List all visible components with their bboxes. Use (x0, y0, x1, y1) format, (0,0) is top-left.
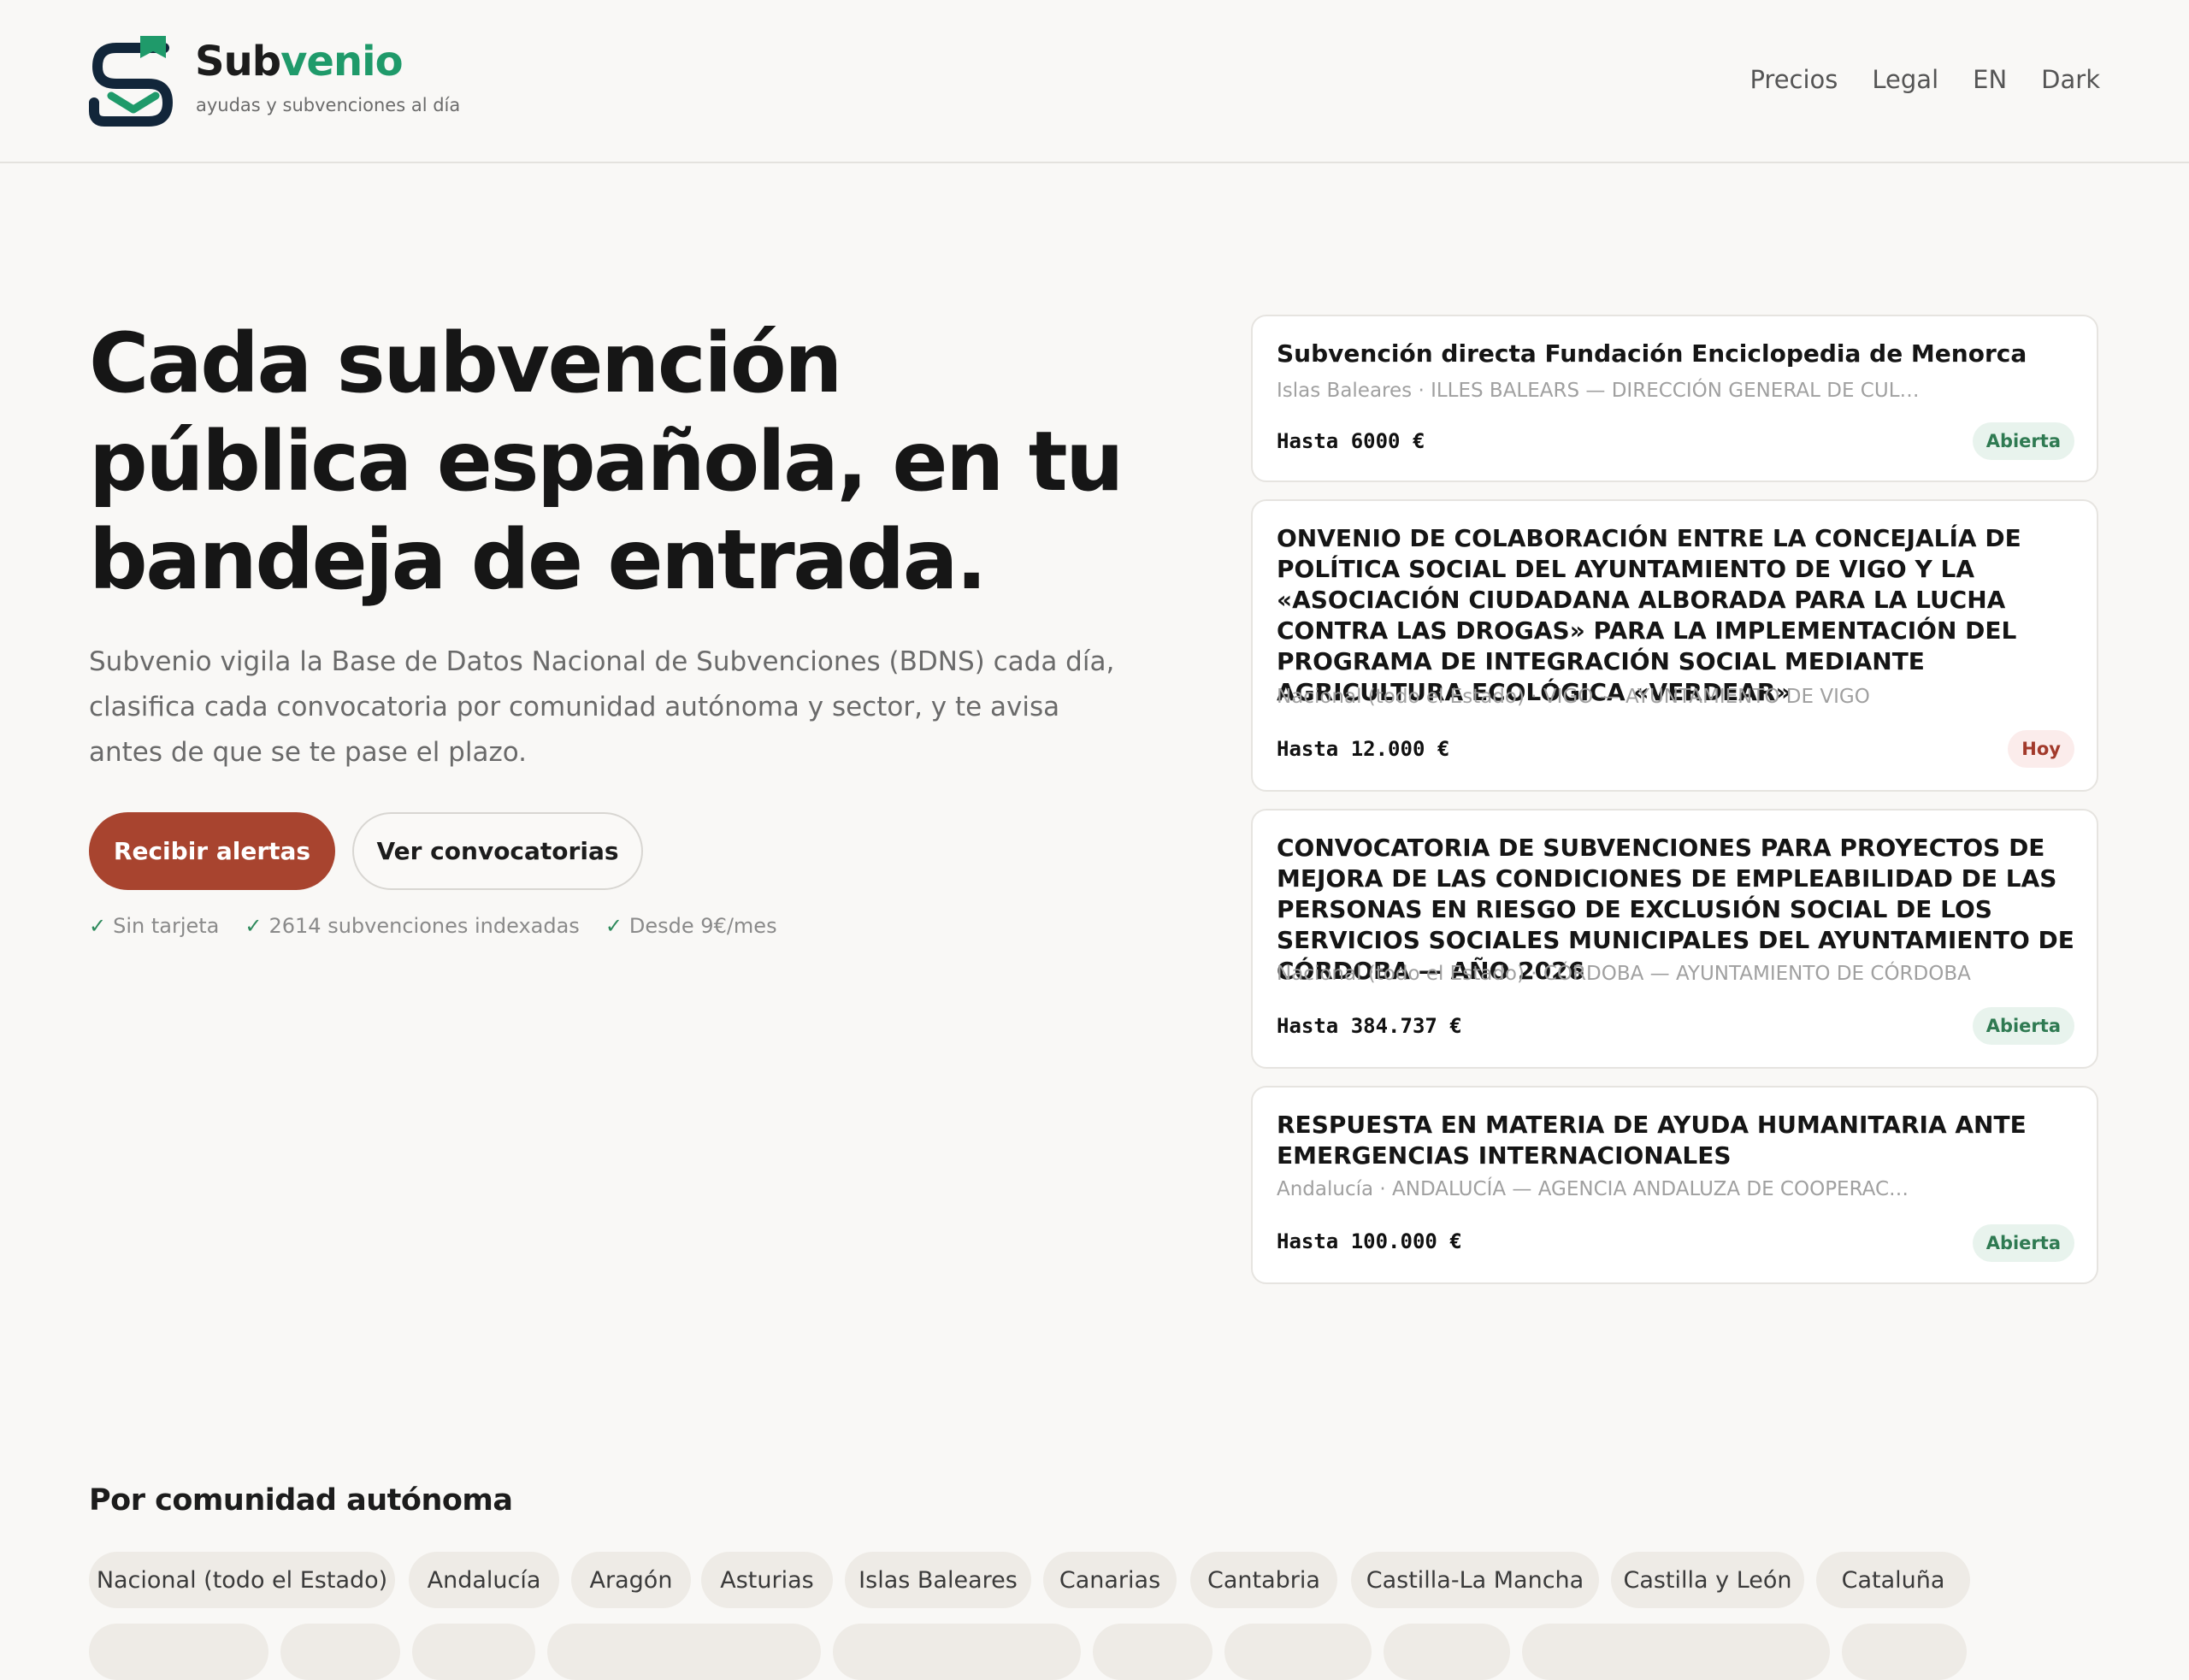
grant-amount: Hasta 384.737 € (1277, 1014, 1462, 1038)
check-icon: ✓ (89, 914, 107, 938)
hero-lead: Subvenio vigila la Base de Datos Naciona… (89, 646, 1115, 768)
feature-item: ✓ 2614 subvenciones indexadas (245, 914, 579, 938)
receive-alerts-button[interactable]: Recibir alertas (89, 812, 335, 890)
region-pill[interactable]: Castilla-La Mancha (1351, 1552, 1599, 1608)
nav-pricing-link[interactable]: Precios (1749, 65, 1838, 94)
region-pill[interactable]: Cantabria (1190, 1552, 1337, 1608)
region-pill[interactable] (1842, 1624, 1967, 1680)
check-icon: ✓ (605, 914, 622, 938)
region-pill[interactable]: Canarias (1043, 1552, 1177, 1608)
region-pill[interactable]: Andalucía (409, 1552, 559, 1608)
region-pill[interactable] (833, 1624, 1081, 1680)
nav-legal-link[interactable]: Legal (1872, 65, 1938, 94)
feature-label: Desde 9€/mes (628, 914, 777, 938)
regions-section-title: Por comunidad autónoma (89, 1483, 513, 1518)
grant-amount: Hasta 6000 € (1277, 429, 1425, 453)
feature-label: Sin tarjeta (113, 914, 220, 938)
status-badge: Abierta (1972, 1007, 2074, 1045)
grant-card[interactable]: CONVOCATORIA DE SUBVENCIONES PARA PROYEC… (1251, 809, 2098, 1069)
grant-title: Subvención directa Fundación Enciclopedi… (1277, 339, 2027, 368)
region-pill[interactable] (1522, 1624, 1830, 1680)
brand-prefix: Sub (195, 38, 281, 85)
region-pill[interactable] (1384, 1624, 1510, 1680)
region-pill[interactable] (89, 1624, 268, 1680)
site-header: Subvenio ayudas y subvenciones al día Pr… (0, 0, 2189, 163)
grant-card[interactable]: ONVENIO DE COLABORACIÓN ENTRE LA CONCEJA… (1251, 499, 2098, 792)
feature-label: 2614 subvenciones indexadas (268, 914, 580, 938)
region-pill[interactable]: Castilla y León (1611, 1552, 1804, 1608)
grant-meta: Nacional (todo el Estado) · CÓRDOBA — AY… (1277, 963, 1971, 985)
top-nav: Precios Legal EN Dark (1749, 65, 2100, 94)
grant-title: ONVENIO DE COLABORACIÓN ENTRE LA CONCEJA… (1277, 524, 2021, 706)
hero-features: ✓ Sin tarjeta ✓ 2614 subvenciones indexa… (89, 914, 777, 938)
view-calls-button[interactable]: Ver convocatorias (352, 812, 643, 890)
grant-amount: Hasta 100.000 € (1277, 1229, 1462, 1253)
region-pill[interactable]: Nacional (todo el Estado) (89, 1552, 395, 1608)
region-pill[interactable] (280, 1624, 400, 1680)
region-pill[interactable] (1093, 1624, 1213, 1680)
feature-item: ✓ Sin tarjeta (89, 914, 219, 938)
nav-theme-toggle[interactable]: Dark (2041, 65, 2100, 94)
region-pill[interactable]: Islas Baleares (845, 1552, 1031, 1608)
check-icon: ✓ (245, 914, 263, 938)
nav-language-toggle[interactable]: EN (1973, 65, 2007, 94)
brand-suffix: venio (280, 38, 403, 85)
region-pill[interactable] (547, 1624, 821, 1680)
grant-meta: Andalucía · ANDALUCÍA — AGENCIA ANDALUZA… (1277, 1178, 1909, 1200)
status-badge: Abierta (1972, 1224, 2074, 1262)
hero-title: Cada subvención pública española, en tu … (89, 315, 1124, 608)
status-badge: Hoy (2008, 730, 2074, 768)
brand-name[interactable]: Subvenio (195, 38, 404, 85)
brand-tagline: ayudas y subvenciones al día (196, 95, 461, 115)
grant-meta: Islas Baleares · ILLES BALEARS — DIRECCI… (1277, 380, 1920, 402)
subvenio-logo-icon[interactable] (89, 32, 176, 130)
region-pill[interactable] (412, 1624, 535, 1680)
grant-card[interactable]: RESPUESTA EN MATERIA DE AYUDA HUMANITARI… (1251, 1086, 2098, 1284)
region-pill[interactable]: Aragón (571, 1552, 691, 1608)
grant-title: RESPUESTA EN MATERIA DE AYUDA HUMANITARI… (1277, 1111, 2027, 1170)
region-pill[interactable]: Asturias (701, 1552, 833, 1608)
grant-meta: Nacional (todo el Estado) · VIGO — AYUNT… (1277, 686, 1870, 708)
feature-item: ✓ Desde 9€/mes (605, 914, 777, 938)
grant-amount: Hasta 12.000 € (1277, 737, 1450, 761)
region-pill[interactable] (1224, 1624, 1372, 1680)
status-badge: Abierta (1972, 422, 2074, 460)
grant-card[interactable]: Subvención directa Fundación Enciclopedi… (1251, 315, 2098, 482)
region-pill[interactable]: Cataluña (1816, 1552, 1970, 1608)
